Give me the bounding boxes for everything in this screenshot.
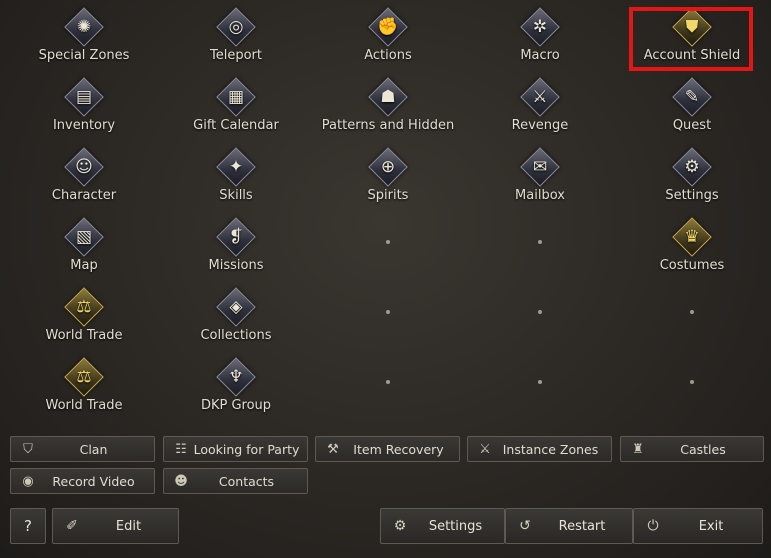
help-icon: ? [24,517,32,535]
menu-actions[interactable]: ✊ Actions [313,0,463,70]
swirl-icon: ◎ [216,7,256,47]
clan-shield-icon: ⛉ [23,441,33,457]
shield-icon: ⛊ [672,7,712,47]
envelope-icon: ✉ [520,147,560,187]
castles-button[interactable]: ♜ Castles [620,436,764,462]
empty-slot-dot[interactable] [538,310,542,314]
empty-slot-dot[interactable] [386,310,390,314]
edit-icon: ✐ [66,518,78,534]
empty-slot-dot[interactable] [690,310,694,314]
edit-button[interactable]: ✐ Edit [52,508,179,544]
dkp-crest-icon: ♆ [216,357,256,397]
looking-for-party-button[interactable]: ☷ Looking for Party [163,436,308,462]
menu-dkp-group[interactable]: ♆ DKP Group [161,350,311,420]
party-icon: ☷ [175,441,187,457]
clan-button[interactable]: ⛉ Clan [10,436,155,462]
collection-gem-icon: ◈ [216,287,256,327]
menu-costumes[interactable]: ♛ Costumes [617,210,767,280]
instance-zones-button[interactable]: ⚔ Instance Zones [467,436,612,462]
empty-slot-dot[interactable] [690,380,694,384]
contacts-button[interactable]: ☻ Contacts [163,468,308,494]
restart-icon: ↺ [519,518,531,534]
menu-spirits[interactable]: ⊕ Spirits [313,140,463,210]
spirit-rune-icon: ⊕ [368,147,408,187]
menu-quest[interactable]: ✎ Quest [617,70,767,140]
helmet-icon: ☺ [64,147,104,187]
menu-world-trade[interactable]: ⚖ World Trade [9,280,159,350]
calendar-icon: ▦ [216,77,256,117]
menu-inventory[interactable]: ▤ Inventory [9,70,159,140]
record-video-button[interactable]: ◉ Record Video [10,468,155,494]
help-button[interactable]: ? [10,508,46,544]
empty-slot-dot[interactable] [538,240,542,244]
chest-icon: ▤ [64,77,104,117]
skill-book-icon: ✦ [216,147,256,187]
gear-globe-icon: ✺ [64,7,104,47]
menu-teleport[interactable]: ◎ Teleport [161,0,311,70]
empty-slot-dot[interactable] [538,380,542,384]
menu-mailbox[interactable]: ✉ Mailbox [465,140,615,210]
menu-skills[interactable]: ✦ Skills [161,140,311,210]
menu-settings[interactable]: ⚙ Settings [617,140,767,210]
scales-icon: ⚖ [64,357,104,397]
compass-icon: ✲ [520,7,560,47]
menu-character[interactable]: ☺ Character [9,140,159,210]
menu-revenge[interactable]: ⚔ Revenge [465,70,615,140]
menu-missions[interactable]: ❡ Missions [161,210,311,280]
menu-macro[interactable]: ✲ Macro [465,0,615,70]
bottom-settings-button[interactable]: ⚙ Settings [380,508,505,544]
menu-patterns-and-hidden[interactable]: ☗ Patterns and Hidden [313,70,463,140]
menu-map[interactable]: ▧ Map [9,210,159,280]
film-reel-icon: ◉ [22,473,34,489]
menu-gift-calendar[interactable]: ▦ Gift Calendar [161,70,311,140]
settings-icon: ⚙ [672,147,712,187]
restart-button[interactable]: ↺ Restart [505,508,633,544]
castle-icon: ♜ [632,441,644,457]
menu-world-trade-2[interactable]: ⚖ World Trade [9,350,159,420]
menu-collections[interactable]: ◈ Collections [161,280,311,350]
gear-icon: ⚙ [393,518,407,534]
power-icon: ⏻ [647,518,659,534]
contacts-icon: ☻ [174,473,188,489]
exit-button[interactable]: ⏻ Exit [633,508,763,544]
dagger-icon: ⚔ [520,77,560,117]
map-icon: ▧ [64,217,104,257]
dress-icon: ♛ [672,217,712,257]
main-menu-grid: ✺ Special Zones ◎ Teleport ✊ Actions ✲ M… [0,0,771,430]
anvil-icon: ⚒ [327,441,339,457]
hidden-icon: ☗ [368,77,408,117]
item-recovery-button[interactable]: ⚒ Item Recovery [315,436,460,462]
menu-account-shield[interactable]: ⛊ Account Shield [617,0,767,70]
fist-icon: ✊ [368,7,408,47]
empty-slot-dot[interactable] [386,380,390,384]
scales-icon: ⚖ [64,287,104,327]
empty-slot-dot[interactable] [386,240,390,244]
mission-scroll-icon: ❡ [216,217,256,257]
crossed-swords-icon: ⚔ [479,441,491,457]
scroll-quill-icon: ✎ [672,77,712,117]
menu-special-zones[interactable]: ✺ Special Zones [9,0,159,70]
